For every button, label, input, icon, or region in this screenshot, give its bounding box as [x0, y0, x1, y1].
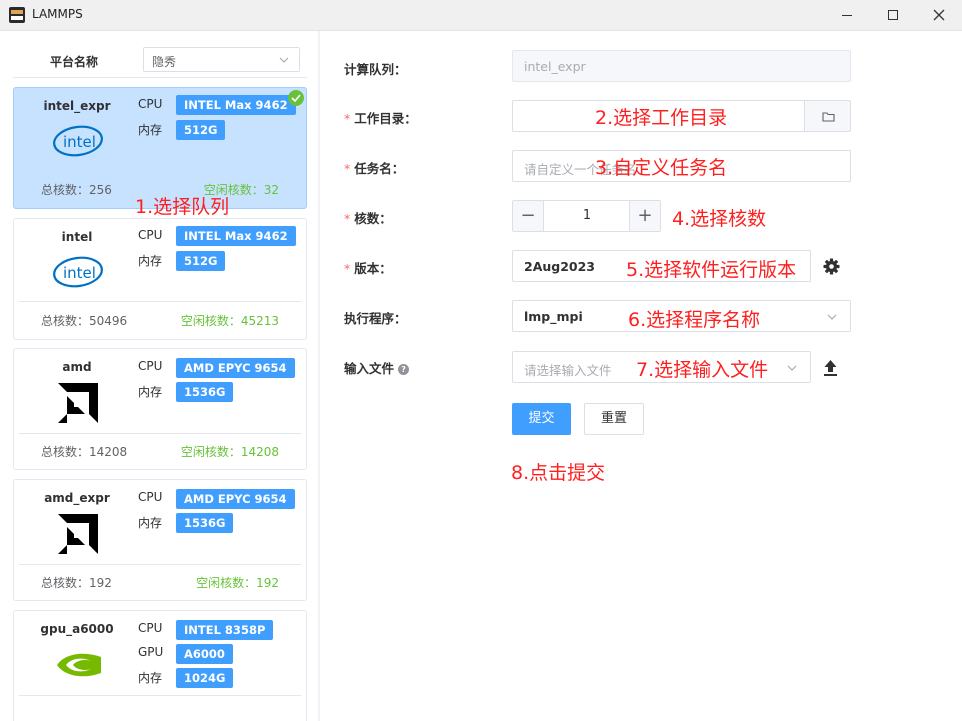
- spec-tag: A6000: [176, 644, 233, 664]
- cores-increment-button[interactable]: +: [629, 200, 661, 232]
- spec-tag: 1536G: [176, 382, 234, 402]
- queue-card-intel[interactable]: intel intel CPU INTEL Max 9462 内存 512G 总…: [13, 218, 307, 340]
- svg-text:intel: intel: [63, 133, 96, 151]
- cores-label: * 核数：: [344, 211, 392, 226]
- annotation-step-3: 3.自定义任务名: [595, 157, 728, 179]
- folder-icon: [822, 112, 835, 122]
- amd-logo: [58, 383, 98, 423]
- version-label: * 版本：: [344, 261, 392, 276]
- inputfile-label: 输入文件?: [344, 358, 410, 377]
- help-icon[interactable]: ?: [398, 364, 410, 375]
- cores-value[interactable]: 1: [544, 200, 630, 232]
- intel-logo: intel: [53, 256, 103, 288]
- spec-tag: INTEL Max 9462: [176, 95, 296, 115]
- annotation-step-5: 5.选择软件运行版本: [626, 259, 797, 281]
- nvidia-logo: [57, 653, 101, 677]
- queue-name: amd_expr: [44, 491, 110, 505]
- spec-tag: AMD EPYC 9654: [176, 358, 295, 378]
- spec-tag: INTEL Max 9462: [176, 226, 296, 246]
- platform-select-value: 隐秀: [152, 55, 177, 69]
- queue-sidebar: 平台名称 隐秀 intel_expr intel CPU INTEL Max 9…: [0, 31, 320, 721]
- total-cores: 总核数：14208: [41, 445, 128, 459]
- spec-key: 内存: [138, 671, 163, 685]
- version-value: 2Aug2023: [524, 259, 596, 274]
- divider: [19, 695, 301, 696]
- close-icon: [933, 9, 945, 21]
- intel-logo: intel: [53, 125, 103, 157]
- spec-key: 内存: [138, 123, 163, 137]
- inputfile-placeholder: 请选择输入文件: [524, 363, 612, 378]
- free-cores: 空闲核数：14208: [180, 445, 279, 459]
- queue-name: intel: [61, 230, 93, 244]
- close-button[interactable]: [916, 0, 962, 31]
- check-circle-icon: [288, 90, 304, 106]
- reset-button[interactable]: 重置: [584, 403, 644, 435]
- queue-card-amd[interactable]: amd CPU AMD EPYC 9654 内存 1536G 总核数：14208…: [13, 348, 307, 470]
- free-cores: 空闲核数：192: [196, 576, 279, 590]
- program-label: 执行程序：: [344, 311, 407, 326]
- spec-tag: INTEL 8358P: [176, 620, 274, 640]
- upload-icon[interactable]: [823, 359, 838, 377]
- divider: [19, 564, 301, 565]
- queue-card-intel-expr[interactable]: intel_expr intel CPU INTEL Max 9462 内存 5…: [13, 87, 307, 209]
- queue-name: gpu_a6000: [40, 622, 114, 636]
- queue-label: 计算队列：: [344, 62, 407, 77]
- queue-name: intel_expr: [43, 99, 111, 113]
- annotation-step-8: 8.点击提交: [511, 462, 606, 484]
- program-value: lmp_mpi: [524, 309, 583, 324]
- spec-tag: 512G: [176, 120, 226, 140]
- cores-decrement-button[interactable]: −: [512, 200, 544, 232]
- spec-tag: AMD EPYC 9654: [176, 489, 295, 509]
- queue-card-gpu-a6000[interactable]: gpu_a6000 CPU INTEL 8358P GPU A6000 内存 1…: [13, 610, 307, 721]
- spec-key: 内存: [138, 254, 163, 268]
- total-cores: 总核数：256: [41, 183, 112, 197]
- svg-text:intel: intel: [63, 264, 96, 282]
- minimize-button[interactable]: [824, 0, 870, 31]
- divider: [13, 77, 307, 78]
- app-icon: [9, 7, 25, 23]
- workdir-label: * 工作目录：: [344, 111, 417, 126]
- platform-label: 平台名称: [50, 55, 99, 69]
- spec-key: CPU: [138, 621, 163, 635]
- gear-icon[interactable]: [823, 258, 840, 275]
- window-title-bar: LAMMPS: [0, 0, 962, 31]
- annotation-step-7: 7.选择输入文件: [636, 359, 769, 381]
- chevron-down-icon: [787, 365, 797, 371]
- spec-tag: 1536G: [176, 513, 234, 533]
- annotation-step-6: 6.选择程序名称: [628, 309, 761, 331]
- total-cores: 总核数：50496: [41, 314, 128, 328]
- annotation-step-4: 4.选择核数: [672, 208, 767, 230]
- annotation-step-1: 1.选择队列: [135, 196, 230, 218]
- window-title: LAMMPS: [32, 7, 83, 21]
- spec-key: 内存: [138, 516, 163, 530]
- spec-key: CPU: [138, 97, 163, 111]
- free-cores: 空闲核数：45213: [180, 314, 279, 328]
- maximize-button[interactable]: [870, 0, 916, 31]
- spec-key: CPU: [138, 359, 163, 373]
- spec-key: CPU: [138, 490, 163, 504]
- browse-folder-button[interactable]: [804, 100, 851, 132]
- chevron-down-icon: [279, 57, 289, 63]
- spec-key: GPU: [138, 645, 164, 659]
- submit-button[interactable]: 提交: [512, 403, 571, 435]
- chevron-down-icon: [827, 314, 837, 320]
- divider: [19, 301, 301, 302]
- queue-name: amd: [62, 360, 92, 374]
- spec-key: CPU: [138, 228, 163, 242]
- spec-tag: 512G: [176, 251, 226, 271]
- queue-field: intel_expr: [512, 50, 851, 82]
- platform-select[interactable]: 隐秀: [143, 47, 300, 72]
- jobname-label: * 任务名：: [344, 161, 405, 176]
- spec-key: 内存: [138, 385, 163, 399]
- divider: [19, 433, 301, 434]
- spec-tag: 1024G: [176, 668, 234, 688]
- annotation-step-2: 2.选择工作目录: [595, 107, 728, 129]
- amd-logo: [58, 514, 98, 554]
- total-cores: 总核数：192: [41, 576, 112, 590]
- queue-card-amd-expr[interactable]: amd_expr CPU AMD EPYC 9654 内存 1536G 总核数：…: [13, 479, 307, 601]
- queue-field-value: intel_expr: [524, 59, 586, 74]
